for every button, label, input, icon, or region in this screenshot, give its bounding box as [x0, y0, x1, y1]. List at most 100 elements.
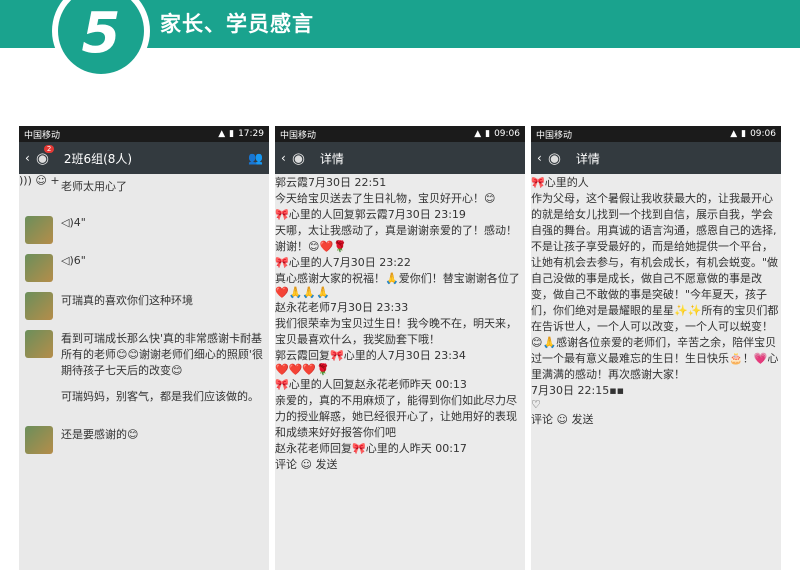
avatar[interactable]	[25, 388, 53, 416]
avatar[interactable]	[25, 216, 53, 244]
carrier-label: 中国移动	[280, 130, 317, 141]
chat-message: 可瑞妈妈，别客气，都是我们应该做的。	[25, 388, 263, 416]
voice-message: ◁) 6"	[25, 254, 263, 282]
chat-title-bar: ‹ ◉ 2 2班6组(8人) 👥	[19, 142, 269, 174]
comment-text: 我们很荣幸为宝贝过生日！我今晚不在，明天来，宝贝最喜欢什么，我奖励套下哦！	[275, 317, 517, 346]
comment-time: 昨天 00:13	[409, 378, 467, 391]
chat-title: 2班6组(8人)	[63, 151, 133, 166]
chat-message: 看到可瑞成长那么快'真的非常感谢卡耐基所有的老师😊😊谢谢老师们细心的照顾'很期待…	[25, 330, 263, 378]
wechat-icon[interactable]: ◉	[548, 149, 570, 167]
comment-input[interactable]: 评论	[531, 413, 553, 426]
phone-screen-chat: 中国移动 ▲ ▮ 17:29 ‹ ◉ 2 2班6组(8人) 👥 老师太用心了 ◁) 4…	[19, 126, 269, 570]
comment-author[interactable]: 🎀心里的人	[275, 256, 333, 269]
comment-author[interactable]: 赵永花老师回复🎀心里的人	[275, 442, 410, 455]
carrier-label: 中国移动	[536, 130, 573, 141]
avatar[interactable]	[25, 292, 53, 320]
unread-badge: 2	[43, 145, 55, 153]
battery-icon: ▮	[229, 129, 235, 139]
comment-item[interactable]: 🎀心里的人回复郭云霞7月30日 23:19 天哪，太让我感动了，真是谢谢亲爱的了…	[275, 206, 525, 254]
avatar[interactable]	[25, 426, 53, 454]
clock: 09:06	[750, 129, 776, 139]
message-bubble[interactable]: 还是要感谢的😊	[61, 426, 138, 442]
comment-time: 7月30日 22:51	[308, 176, 387, 189]
comment-author[interactable]: 🎀心里的人回复郭云霞	[275, 208, 388, 221]
wechat-icon[interactable]: ◉ 2	[36, 145, 58, 167]
wifi-icon: ▲	[474, 129, 482, 139]
post-time: 7月30日 22:15	[531, 384, 610, 397]
avatar[interactable]	[25, 330, 53, 358]
phone-screen-detail-post: 中国移动 ▲ ▮ 09:06 ‹ ◉ 详情 🎀心里的人 作为父母，这个暑假让我收获最…	[531, 126, 781, 570]
voice-length: 4"	[73, 216, 86, 229]
comment-item[interactable]: 🎀心里的人回复赵永花老师昨天 00:13 亲爱的，真的不用麻烦了，能得到你们如此…	[275, 376, 525, 440]
moment-post: 🎀心里的人 作为父母，这个暑假让我收获最大的，让我最开心的就是给女儿找到一个找到…	[531, 174, 781, 398]
comment-author[interactable]: 赵永花老师	[275, 301, 330, 314]
status-bar: 中国移动 ▲ ▮ 09:06	[275, 126, 525, 142]
wifi-icon: ▲	[730, 129, 738, 139]
comment-time: 7月30日 23:19	[387, 208, 466, 221]
message-bubble[interactable]: 可瑞真的喜欢你们这种环境	[61, 292, 193, 308]
comment-author[interactable]: 郭云霞回复🎀心里的人	[275, 349, 388, 362]
comment-text: 亲爱的，真的不用麻烦了，能得到你们如此尽力尽力的授业解惑，她已经很开心了，让她用…	[275, 394, 517, 439]
emoji-icon[interactable]: ☺	[301, 458, 312, 471]
clock: 17:29	[238, 129, 264, 139]
voice-icon: ◁)	[61, 254, 74, 267]
send-button[interactable]: 发送	[571, 413, 593, 426]
comment-text: 真心感谢大家的祝福！🙏爱你们！替宝谢谢各位了❤️🙏🙏🙏	[275, 272, 520, 299]
comment-menu-icon[interactable]: ▪▪	[609, 384, 624, 397]
voice-message: ◁) 4"	[25, 216, 263, 244]
comment-item[interactable]: 🎀心里的人7月30日 23:22 真心感谢大家的祝福！🙏爱你们！替宝谢谢各位了❤…	[275, 254, 525, 299]
section-title: 家长、学员感言	[160, 12, 314, 36]
comment-text: ❤️❤️❤️🌹	[275, 363, 330, 376]
comment-time: 7月30日 23:34	[387, 349, 466, 362]
battery-icon: ▮	[741, 129, 747, 139]
comment-bar: 评论 ☺ 发送	[531, 411, 781, 427]
comment-time: 昨天 00:17	[409, 442, 467, 455]
detail-title-bar: ‹ ◉ 详情	[275, 142, 525, 174]
back-button[interactable]: ‹	[281, 151, 286, 165]
detail-title: 详情	[319, 151, 344, 166]
comment-item[interactable]: 郭云霞回复🎀心里的人7月30日 23:34 ❤️❤️❤️🌹	[275, 347, 525, 376]
wifi-icon: ▲	[218, 129, 226, 139]
send-button[interactable]: 发送	[315, 458, 337, 471]
back-button[interactable]: ‹	[537, 151, 542, 165]
comment-item[interactable]: 郭云霞7月30日 22:51 今天给宝贝送去了生日礼物，宝贝好开心！😊	[275, 174, 525, 206]
status-bar: 中国移动 ▲ ▮ 09:06	[531, 126, 781, 142]
post-author[interactable]: 🎀心里的人	[531, 174, 781, 190]
carrier-label: 中国移动	[24, 130, 61, 141]
chat-message: 老师太用心了	[25, 178, 263, 206]
likes-bar: ♡	[531, 398, 781, 411]
comment-text: 今天给宝贝送去了生日礼物，宝贝好开心！😊	[275, 192, 496, 205]
comment-item[interactable]: 赵永花老师7月30日 23:33 我们很荣幸为宝贝过生日！我今晚不在，明天来，宝…	[275, 299, 525, 347]
status-bar: 中国移动 ▲ ▮ 17:29	[19, 126, 269, 142]
avatar[interactable]	[25, 178, 53, 206]
message-bubble[interactable]: 可瑞妈妈，别客气，都是我们应该做的。	[61, 388, 259, 404]
group-members-icon[interactable]: 👥	[248, 151, 263, 165]
comment-item[interactable]: 赵永花老师回复🎀心里的人昨天 00:17	[275, 440, 525, 456]
comment-time: 7月30日 23:33	[330, 301, 409, 314]
comment-author[interactable]: 郭云霞	[275, 176, 308, 189]
clock: 09:06	[494, 129, 520, 139]
comment-list: 郭云霞7月30日 22:51 今天给宝贝送去了生日礼物，宝贝好开心！😊 🎀心里的…	[275, 174, 525, 456]
voice-icon: ◁)	[61, 216, 74, 229]
phone-screen-detail-comments: 中国移动 ▲ ▮ 09:06 ‹ ◉ 详情 郭云霞7月30日 22:51 今天给宝贝…	[275, 126, 525, 570]
chat-messages: 老师太用心了 ◁) 4" ◁) 6" 可瑞真的喜欢你们这种环境 看到可瑞成长那么…	[19, 174, 269, 534]
chat-message: 可瑞真的喜欢你们这种环境	[25, 292, 263, 320]
battery-icon: ▮	[485, 129, 491, 139]
section-number: 5	[81, 0, 121, 66]
post-detail: 🎀心里的人 作为父母，这个暑假让我收获最大的，让我最开心的就是给女儿找到一个找到…	[531, 174, 781, 411]
message-bubble[interactable]: 老师太用心了	[61, 178, 127, 194]
emoji-icon[interactable]: ☺	[557, 413, 568, 426]
back-button[interactable]: ‹	[25, 151, 30, 165]
message-bubble[interactable]: 看到可瑞成长那么快'真的非常感谢卡耐基所有的老师😊😊谢谢老师们细心的照顾'很期待…	[61, 330, 263, 378]
wechat-icon[interactable]: ◉	[292, 149, 314, 167]
heart-icon: ♡	[531, 398, 541, 411]
comment-bar: 评论 ☺ 发送	[275, 456, 525, 472]
voice-bubble[interactable]: ◁)	[61, 254, 74, 267]
voice-length: 6"	[73, 254, 86, 267]
comment-input[interactable]: 评论	[275, 458, 297, 471]
avatar[interactable]	[25, 254, 53, 282]
post-text: 作为父母，这个暑假让我收获最大的，让我最开心的就是给女儿找到一个找到自信，展示自…	[531, 192, 779, 381]
voice-bubble[interactable]: ◁)	[61, 216, 74, 229]
comment-author[interactable]: 🎀心里的人回复赵永花老师	[275, 378, 410, 391]
comment-time: 7月30日 23:22	[332, 256, 411, 269]
